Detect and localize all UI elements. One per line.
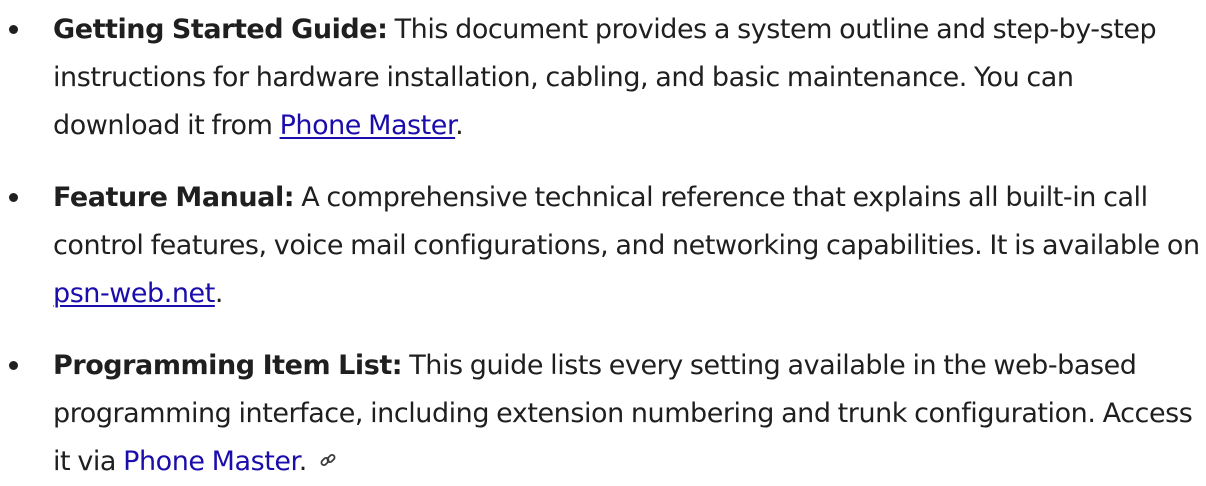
link-icon[interactable] (319, 437, 337, 485)
term-getting-started-guide: Getting Started Guide: (53, 14, 388, 45)
list-item-text: Feature Manual: A comprehensive technica… (53, 174, 1203, 318)
document-body: Getting Started Guide: This document pro… (0, 0, 1206, 477)
list-item-text: Programming Item List: This guide lists … (53, 342, 1203, 486)
period: . (298, 446, 308, 477)
period: . (455, 110, 464, 141)
term-feature-manual: Feature Manual: (53, 182, 295, 213)
period: . (214, 278, 224, 309)
bullet (9, 193, 18, 202)
phone-master-link[interactable]: Phone Master (280, 110, 456, 141)
phone-master-link[interactable]: Phone Master (123, 446, 299, 477)
list-item-text: Getting Started Guide: This document pro… (53, 6, 1203, 150)
bullet (9, 361, 18, 370)
bullet (9, 25, 18, 34)
psn-web-link[interactable]: psn-web.net (53, 278, 215, 309)
term-programming-item-list: Programming Item List: (53, 350, 403, 381)
